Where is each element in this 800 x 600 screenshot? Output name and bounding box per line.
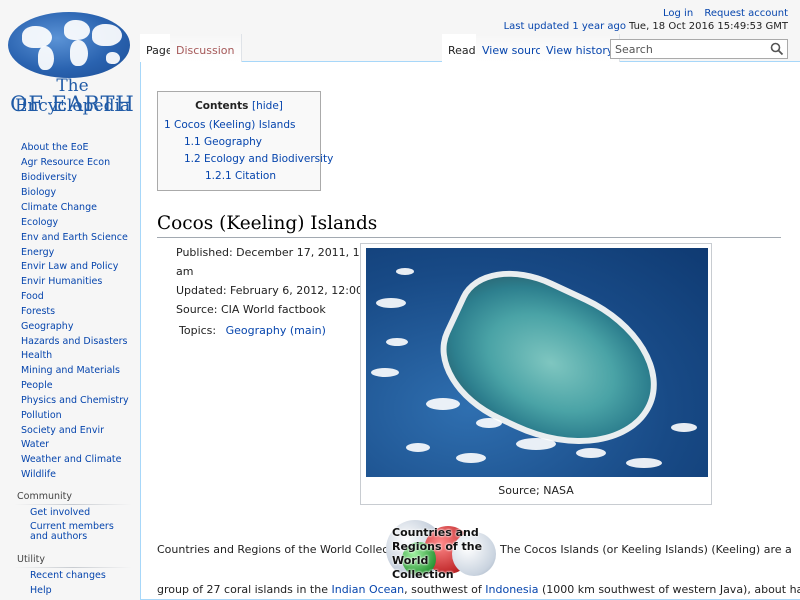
community-heading: Community xyxy=(17,491,72,502)
last-updated-link[interactable]: Last updated 1 year ago xyxy=(504,21,626,32)
tab-view-source-label: View source xyxy=(482,44,549,57)
globe-icon xyxy=(8,12,130,78)
sidebar-item-energy[interactable]: Energy xyxy=(21,247,54,259)
sidebar-item-envir-humanities[interactable]: Envir Humanities xyxy=(21,276,102,288)
logo-text-line2: OF EARTH xyxy=(10,92,135,116)
last-updated-date: Tue, 18 Oct 2016 15:49:53 GMT xyxy=(628,21,788,32)
request-account-link[interactable]: Request account xyxy=(704,8,788,19)
sidebar-item-env-earth-science[interactable]: Env and Earth Science xyxy=(21,232,128,244)
toc-item-1[interactable]: 1 Cocos (Keeling) Islands xyxy=(164,119,295,131)
sidebar-item-water[interactable]: Water xyxy=(21,439,49,451)
image-caption: Source; NASA xyxy=(498,484,574,497)
tab-view-history[interactable]: View history xyxy=(540,34,621,62)
sidebar-item-society-envir[interactable]: Society and Envir xyxy=(21,425,104,437)
utility-heading: Utility xyxy=(17,554,45,565)
sidebar-item-recent-changes[interactable]: Recent changes xyxy=(30,571,130,581)
sidebar-item-current-members[interactable]: Current members and authors xyxy=(30,522,130,542)
sidebar-item-people[interactable]: People xyxy=(21,380,53,392)
sidebar-item-envir-law-policy[interactable]: Envir Law and Policy xyxy=(21,261,118,273)
collection-link[interactable]: Countries and Regions of the World Colle… xyxy=(157,543,409,556)
sidebar-item-pollution[interactable]: Pollution xyxy=(21,410,62,422)
para-text-c: (1000 km southwest of western Java), abo… xyxy=(541,583,800,596)
tab-page-label: Page xyxy=(146,44,173,57)
sidebar-item-physics-chemistry[interactable]: Physics and Chemistry xyxy=(21,395,129,407)
toc-title-label: Contents xyxy=(195,100,249,112)
para-text-a: group of 27 coral islands in the xyxy=(157,583,332,596)
toc-item-1-1[interactable]: 1.1 Geography xyxy=(184,136,262,148)
table-of-contents: Contents [hide] 1 Cocos (Keeling) Island… xyxy=(157,91,333,191)
sidebar-item-ecology[interactable]: Ecology xyxy=(21,217,58,229)
title-divider xyxy=(157,237,781,238)
tab-read-label: Read xyxy=(448,44,476,57)
utility-divider xyxy=(14,567,132,568)
tab-discussion[interactable]: Discussion xyxy=(170,34,242,62)
site-logo[interactable]: The Encyclopedia OF EARTH xyxy=(0,0,140,120)
collection-badge[interactable]: Countries and Regions of the World Colle… xyxy=(386,520,498,581)
indonesia-link[interactable]: Indonesia xyxy=(485,583,538,596)
toc-title: Contents [hide] xyxy=(158,100,320,112)
sidebar-item-wildlife[interactable]: Wildlife xyxy=(21,469,56,481)
published-date-cont: am xyxy=(176,265,194,278)
topics-link[interactable]: Geography (main) xyxy=(226,324,326,337)
search-box xyxy=(610,39,788,59)
image-figure: Source; NASA xyxy=(360,243,712,505)
tab-view-history-label: View history xyxy=(546,44,614,57)
updated-date: Updated: February 6, 2012, 12:00 pm xyxy=(176,284,385,297)
sidebar-item-food[interactable]: Food xyxy=(21,291,44,303)
sidebar-item-climate-change[interactable]: Climate Change xyxy=(21,202,97,214)
toc-hide-link[interactable]: [hide] xyxy=(252,100,283,112)
page-title: Cocos (Keeling) Islands xyxy=(157,213,378,234)
community-divider xyxy=(14,504,132,505)
intro-sentence: The Cocos Islands (or Keeling Islands) (… xyxy=(500,543,792,556)
intro-paragraph-line2: group of 27 coral islands in the Indian … xyxy=(157,583,800,596)
indian-ocean-link[interactable]: Indian Ocean xyxy=(331,583,404,596)
sidebar-item-health[interactable]: Health xyxy=(21,350,52,362)
sidebar-item-geography[interactable]: Geography xyxy=(21,321,73,333)
sidebar-item-agr-resource-econ[interactable]: Agr Resource Econ xyxy=(21,157,110,169)
collection-badge-text: Countries and Regions of the World Colle… xyxy=(392,526,483,581)
sidebar-item-biology[interactable]: Biology xyxy=(21,187,56,199)
sidebar-item-biodiversity[interactable]: Biodiversity xyxy=(21,172,77,184)
login-link[interactable]: Log in xyxy=(663,8,693,19)
sidebar-item-help[interactable]: Help xyxy=(30,586,130,596)
toc-item-1-2-1[interactable]: 1.2.1 Citation xyxy=(205,170,276,182)
topics-label: Topics: xyxy=(179,324,217,337)
sidebar-item-get-involved[interactable]: Get involved xyxy=(30,508,130,518)
search-input[interactable] xyxy=(611,40,761,58)
sidebar-item-hazards-disasters[interactable]: Hazards and Disasters xyxy=(21,336,128,348)
satellite-image[interactable] xyxy=(366,248,708,477)
para-text-b: , southwest of xyxy=(404,583,486,596)
search-icon[interactable] xyxy=(770,42,784,56)
source-line: Source: CIA World factbook xyxy=(176,303,326,316)
toc-item-1-2[interactable]: 1.2 Ecology and Biodiversity xyxy=(184,153,333,165)
personal-tools: Log in Request account Last updated 1 ye… xyxy=(504,8,788,32)
sidebar-item-weather-climate[interactable]: Weather and Climate xyxy=(21,454,121,466)
topics-row: Topics: Geography (main) xyxy=(179,324,326,337)
tab-discussion-label: Discussion xyxy=(176,44,235,57)
sidebar-item-about[interactable]: About the EoE xyxy=(21,142,89,154)
published-date: Published: December 17, 2011, 12:00 xyxy=(176,246,385,259)
sidebar-item-mining-materials[interactable]: Mining and Materials xyxy=(21,365,120,377)
sidebar-item-forests[interactable]: Forests xyxy=(21,306,55,318)
